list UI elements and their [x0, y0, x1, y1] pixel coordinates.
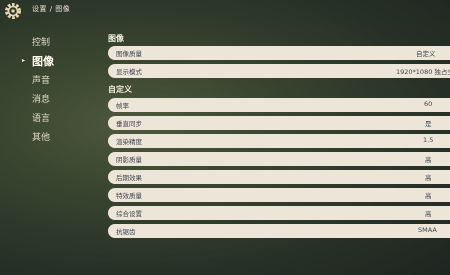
- setting-value: 高: [425, 156, 432, 164]
- setting-label: 帧率: [116, 102, 129, 110]
- breadcrumb: 设置 / 图像: [32, 5, 71, 13]
- setting-value: 是: [425, 120, 432, 128]
- setting-value: 1920*1080 独占全屏: [396, 68, 450, 76]
- setting-value: 高: [425, 192, 432, 200]
- setting-label: 显示模式: [116, 68, 142, 76]
- sidebar-item-label: 语言: [32, 114, 51, 124]
- setting-row-vsync[interactable]: 垂直同步 是: [108, 116, 450, 130]
- setting-row-graphics-quality[interactable]: 图像质量 自定义: [108, 46, 450, 60]
- sidebar-item-label: 图像: [32, 54, 54, 68]
- section-title-custom: 自定义: [108, 85, 132, 94]
- setting-value: SMAA: [418, 226, 437, 234]
- setting-label: 抗锯齿: [116, 228, 136, 236]
- sidebar-item-other[interactable]: 其他: [22, 127, 92, 146]
- setting-row-effects-quality[interactable]: 特效质量 高: [108, 188, 450, 202]
- setting-row-frame-rate[interactable]: 帧率 60: [108, 98, 450, 112]
- setting-row-display-mode[interactable]: 显示模式 1920*1080 独占全屏: [108, 64, 450, 78]
- setting-label: 综合设置: [116, 210, 142, 218]
- gear-icon: [5, 3, 21, 19]
- setting-row-antialiasing[interactable]: 抗锯齿 SMAA: [108, 224, 450, 238]
- sidebar-item-messages[interactable]: 消息: [22, 89, 92, 108]
- setting-label: 垂直同步: [116, 120, 142, 128]
- setting-value: 自定义: [416, 50, 436, 58]
- setting-label: 后期效果: [116, 174, 142, 182]
- setting-value: 1.5: [423, 136, 434, 144]
- sidebar-item-label: 控制: [32, 38, 51, 48]
- sidebar-item-language[interactable]: 语言: [22, 108, 92, 127]
- setting-value: 高: [425, 210, 432, 218]
- setting-row-render-resolution[interactable]: 渲染精度 1.5: [108, 134, 450, 148]
- setting-row-post-processing[interactable]: 后期效果 高: [108, 170, 450, 184]
- sidebar-item-graphics[interactable]: 图像: [22, 51, 92, 70]
- graphics-settings-list: 图像质量 自定义 显示模式 1920*1080 独占全屏: [108, 46, 450, 82]
- sidebar-item-label: 其他: [32, 133, 51, 143]
- top-bar: 设置 / 图像: [0, 0, 450, 22]
- setting-label: 渲染精度: [116, 138, 142, 146]
- setting-label: 图像质量: [116, 50, 142, 58]
- setting-value: 高: [425, 174, 432, 182]
- section-title-graphics: 图像: [108, 34, 124, 43]
- custom-settings-list: 帧率 60 垂直同步 是 渲染精度 1.5 阴影质量 高 后期效果 高 特效质量…: [108, 98, 450, 242]
- setting-label: 特效质量: [116, 192, 142, 200]
- selection-marker: [22, 57, 32, 64]
- setting-row-shadow-quality[interactable]: 阴影质量 高: [108, 152, 450, 166]
- sidebar-item-control[interactable]: 控制: [22, 32, 92, 51]
- settings-sidebar: 控制 图像 声音 消息 语言 其他: [22, 32, 92, 146]
- sidebar-item-label: 消息: [32, 95, 51, 105]
- sidebar-item-label: 声音: [32, 76, 51, 86]
- setting-label: 阴影质量: [116, 156, 142, 164]
- setting-row-overall[interactable]: 综合设置 高: [108, 206, 450, 220]
- sidebar-item-audio[interactable]: 声音: [22, 70, 92, 89]
- setting-value: 60: [424, 100, 433, 108]
